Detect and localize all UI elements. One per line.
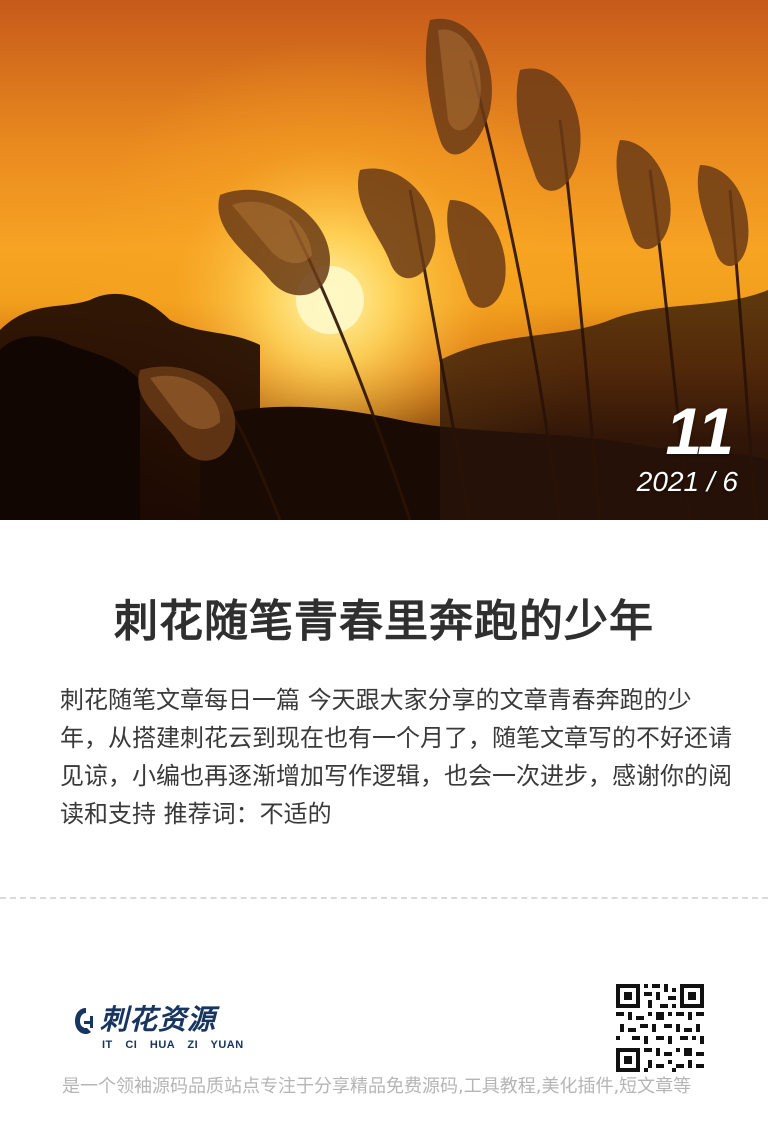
post-day: 11: [665, 394, 734, 468]
post-excerpt: 刺花随笔文章每日一篇 今天跟大家分享的文章青春奔跑的少年，从搭建刺花云到现在也有…: [60, 686, 732, 828]
post-year-month: 2021 / 6: [636, 466, 738, 497]
sunset-reeds-illustration: [0, 0, 768, 520]
post-title: 刺花随笔青春里奔跑的少年: [114, 596, 654, 647]
brand-logo-mark-icon: [75, 1008, 93, 1034]
brand-logo-text: 刺花资源: [100, 1003, 217, 1036]
brand-description: 是一个领袖源码品质站点专注于分享精品免费源码,工具教程,美化插件,短文章等: [62, 1076, 692, 1097]
qr-code-icon: [614, 982, 706, 1074]
brand-logo: 刺花资源 IT CI HUA ZI YUAN: [74, 1002, 274, 1054]
brand-logo-subtitle: IT CI HUA ZI YUAN: [102, 1039, 244, 1051]
hero-image: 11 2021 / 6: [0, 0, 768, 520]
dashed-divider: [0, 897, 768, 899]
